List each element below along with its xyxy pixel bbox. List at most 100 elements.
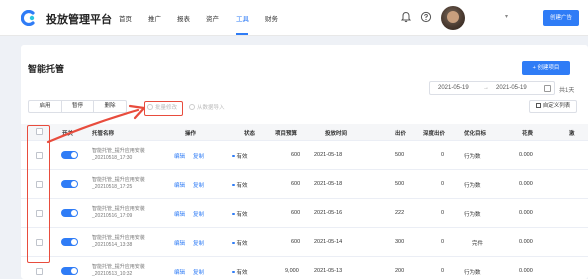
col-bid: 出价 <box>395 131 407 137</box>
date-separator: → <box>483 85 489 91</box>
row-bid: 500 <box>395 181 405 187</box>
app-logo-icon <box>21 10 35 26</box>
row-checkbox[interactable] <box>36 268 43 275</box>
date-range-picker[interactable]: 2021-05-19 → 2021-05-19 <box>429 81 555 95</box>
row-time: 2021-05-18 <box>314 181 343 187</box>
nav-tools[interactable]: 工具 <box>236 13 249 23</box>
row-goal: 行为数 <box>464 183 481 189</box>
row-spend: 0.000 <box>519 210 533 216</box>
row-name: 智能托管_提升应用安装 <box>92 235 145 241</box>
table-row[interactable]: 智能托管_提升应用安装 _20210514_13:38 编辑 复制 有效 600… <box>21 228 588 257</box>
row-spend: 0.000 <box>519 239 533 245</box>
row-goal: 行为数 <box>464 154 481 160</box>
user-avatar[interactable] <box>441 6 465 30</box>
toggle-switch[interactable] <box>61 209 78 217</box>
row-name-suffix: _20210516_17:09 <box>92 213 133 219</box>
row-status: 有效 <box>232 181 248 189</box>
annotation-arrow-icon <box>46 104 146 144</box>
nav-promotion[interactable]: 推广 <box>148 13 161 23</box>
row-deep-bid: 0 <box>441 210 445 216</box>
row-budget: 600 <box>291 181 301 187</box>
row-time: 2021-05-18 <box>314 152 343 158</box>
row-time: 2021-05-14 <box>314 239 343 245</box>
main-panel: 智能托管 + 创建项目 2021-05-19 → 2021-05-19 共1天 … <box>21 45 588 279</box>
import-data-link[interactable]: 从数据导入 <box>189 103 225 111</box>
toggle-switch[interactable] <box>61 151 78 159</box>
calendar-icon <box>544 85 551 92</box>
row-name: 智能托管_提升应用安装 <box>92 148 145 154</box>
nav-home[interactable]: 首页 <box>119 13 132 23</box>
date-start: 2021-05-19 <box>438 85 469 91</box>
toggle-switch[interactable] <box>61 267 78 275</box>
table-row[interactable]: 智能托管_提升应用安装 _20210518_17:25 编辑 复制 有效 600… <box>21 170 588 199</box>
toggle-switch[interactable] <box>61 238 78 246</box>
row-status: 有效 <box>232 210 248 218</box>
row-bid: 300 <box>395 239 405 245</box>
copy-link[interactable]: 复制 <box>193 181 204 189</box>
status-dot <box>232 212 235 215</box>
row-spend: 0.000 <box>519 181 533 187</box>
col-goal: 优化目标 <box>464 131 487 137</box>
status-dot <box>232 241 235 244</box>
row-deep-bid: 0 <box>441 152 445 158</box>
row-goal: 行为数 <box>464 270 481 276</box>
col-activation: 激 <box>569 131 575 137</box>
copy-link[interactable]: 复制 <box>193 239 204 247</box>
status-dot <box>232 154 235 157</box>
edit-link[interactable]: 编辑 <box>174 181 185 189</box>
copy-link[interactable]: 复制 <box>193 152 204 160</box>
row-spend: 0.000 <box>519 152 533 158</box>
row-bid: 500 <box>395 152 405 158</box>
nav-finance[interactable]: 财务 <box>265 13 278 23</box>
col-actions: 操作 <box>185 131 197 137</box>
row-bid: 222 <box>395 210 405 216</box>
row-status: 有效 <box>232 152 248 160</box>
row-spend: 0.000 <box>519 268 533 274</box>
row-deep-bid: 0 <box>441 239 445 245</box>
row-bid: 200 <box>395 268 405 274</box>
create-ad-button[interactable]: 创建广告 <box>543 10 579 26</box>
copy-link[interactable]: 复制 <box>193 268 204 276</box>
nav-assets[interactable]: 资产 <box>206 13 219 23</box>
copy-link[interactable]: 复制 <box>193 210 204 218</box>
row-budget: 9,000 <box>285 268 299 274</box>
edit-link[interactable]: 编辑 <box>174 152 185 160</box>
row-goal: 行为数 <box>464 212 481 218</box>
col-deep-bid: 深度出价 <box>423 131 446 137</box>
col-time: 投放时间 <box>325 131 348 137</box>
import-icon <box>189 104 195 110</box>
edit-link[interactable]: 编辑 <box>174 239 185 247</box>
row-deep-bid: 0 <box>441 181 445 187</box>
col-status: 状态 <box>244 131 256 137</box>
row-budget: 600 <box>291 239 301 245</box>
row-name-suffix: _20210513_10:32 <box>92 271 133 277</box>
table-row[interactable]: 智能托管_提升应用安装 _20210516_17:09 编辑 复制 有效 600… <box>21 199 588 228</box>
row-name-suffix: _20210518_17:30 <box>92 155 133 161</box>
active-nav-indicator <box>236 33 248 35</box>
grid-icon <box>535 102 541 108</box>
status-dot <box>232 183 235 186</box>
top-navigation-bar: 投放管理平台 首页 推广 报表 资产 工具 财务 ▾ 创建广告 <box>0 0 588 36</box>
toggle-switch[interactable] <box>61 180 78 188</box>
row-goal: 完件 <box>472 241 484 247</box>
row-time: 2021-05-13 <box>314 268 343 274</box>
col-spend: 花费 <box>522 131 534 137</box>
row-name: 智能托管_提升应用安装 <box>92 264 145 270</box>
row-status: 有效 <box>232 268 248 276</box>
app-title: 投放管理平台 <box>46 14 112 26</box>
bell-icon[interactable] <box>400 11 412 23</box>
date-end: 2021-05-19 <box>496 85 527 91</box>
edit-link[interactable]: 编辑 <box>174 210 185 218</box>
edit-link[interactable]: 编辑 <box>174 268 185 276</box>
create-project-button[interactable]: + 创建项目 <box>522 61 570 75</box>
nav-reports[interactable]: 报表 <box>177 13 190 23</box>
table-row[interactable]: 智能托管_提升应用安装 _20210513_10:32 编辑 复制 有效 9,0… <box>21 257 588 279</box>
help-icon[interactable] <box>420 11 432 23</box>
page-title: 智能托管 <box>28 64 65 74</box>
row-deep-bid: 0 <box>441 268 445 274</box>
custom-columns-button[interactable]: 自定义列表 <box>529 100 577 113</box>
days-count: 共1天 <box>559 88 575 94</box>
status-dot <box>232 270 235 273</box>
chevron-down-icon[interactable]: ▾ <box>505 13 508 20</box>
row-budget: 600 <box>291 152 301 158</box>
